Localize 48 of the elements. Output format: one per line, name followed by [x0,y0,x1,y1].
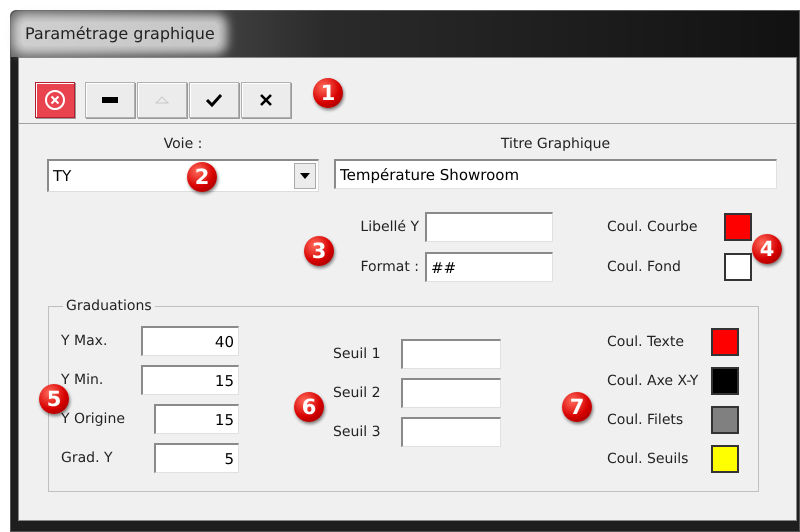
callout-badge: 7 [562,392,592,422]
minus-icon [102,97,118,103]
callout-badge: 6 [294,392,324,422]
field-label: Libellé Y [360,218,419,236]
field-label: Seuil 2 [333,384,382,402]
color-swatch[interactable] [724,253,752,281]
toolbar-button[interactable] [241,82,291,118]
toolbar-button[interactable] [85,82,135,118]
color-swatch[interactable] [724,213,752,241]
number-input[interactable]: 15 [141,365,239,395]
callout-badge: 4 [752,234,782,264]
color-label: Coul. Texte [607,332,685,352]
number-input[interactable]: 5 [154,443,239,473]
callout-badge: 1 [313,78,343,108]
window-title: Paramétrage graphique [21,22,219,46]
color-label: Coul. Seuils [607,450,690,468]
title-input[interactable]: Température Showroom [334,159,777,189]
field-label: Y Max. [61,332,108,350]
callout-badge: 5 [39,384,69,414]
color-label: Coul. Courbe [607,218,698,236]
text-input[interactable] [401,339,501,369]
field-label: Seuil 1 [333,344,382,364]
color-label: Coul. Fond [607,258,682,276]
color-label: Coul. Filets [607,410,684,430]
field-label: Titre Graphique [500,135,610,154]
text-input[interactable] [425,212,553,242]
text-input[interactable]: ## [425,252,553,282]
field-label: Grad. Y [61,448,114,468]
color-swatch[interactable] [711,445,739,473]
close-button[interactable] [35,82,75,118]
number-input[interactable]: 40 [141,326,239,356]
check-icon [206,93,222,107]
field-label: Seuil 3 [333,422,382,442]
text-input[interactable] [401,417,501,447]
triangle-up-icon [155,96,169,104]
text-input[interactable] [401,378,501,408]
close-icon [260,94,272,106]
callout-badge: 3 [304,236,334,266]
dropdown-value: TY [52,166,72,187]
color-label: Coul. Axe X-Y [607,372,700,390]
field-label: Format : [360,258,419,276]
field-label: Voie : [164,135,202,154]
color-swatch[interactable] [711,406,739,434]
number-input[interactable]: 15 [154,404,239,434]
close-icon [44,89,66,111]
toolbar-button[interactable] [189,82,239,118]
color-swatch[interactable] [711,328,739,356]
color-swatch[interactable] [711,367,739,395]
